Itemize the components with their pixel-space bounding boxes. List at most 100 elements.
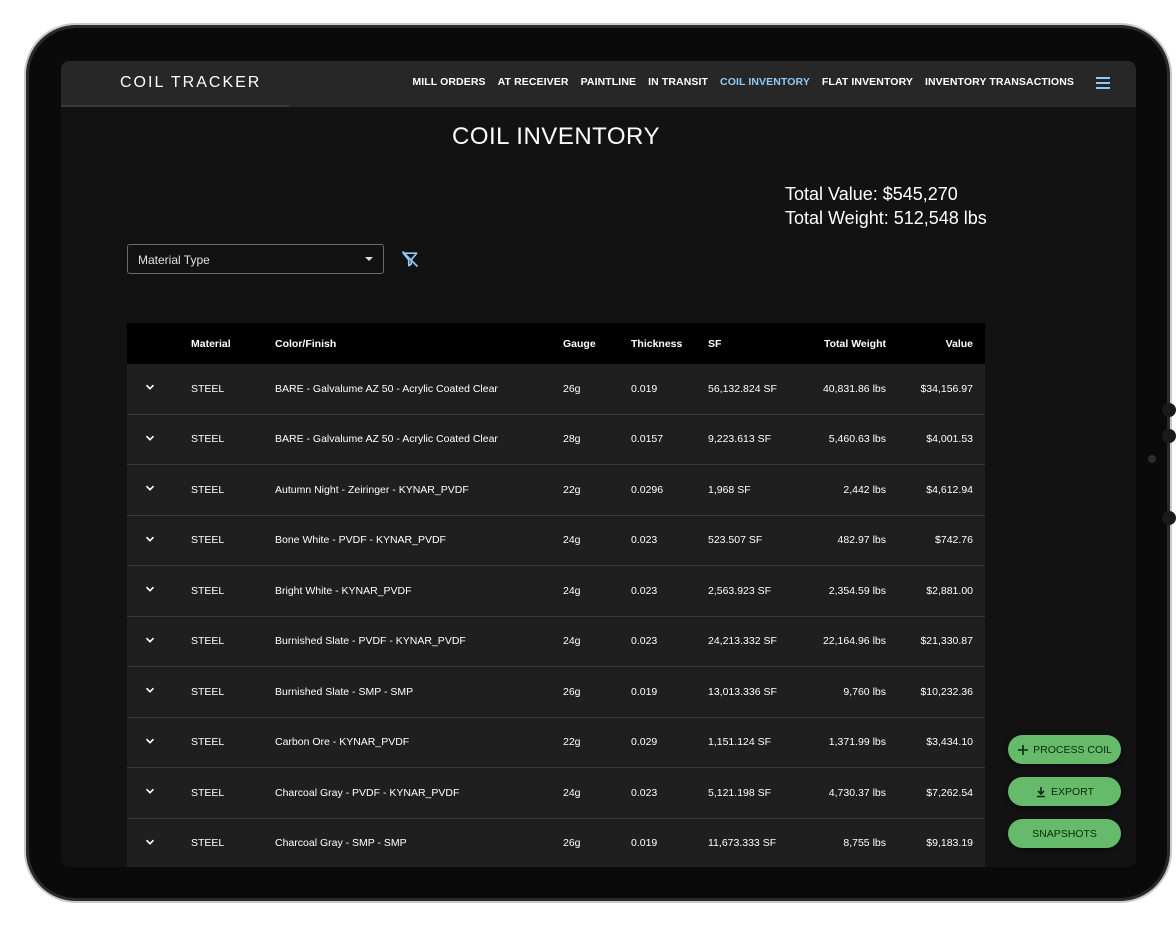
process-coil-label: PROCESS COIL — [1033, 743, 1112, 756]
export-button[interactable]: EXPORT — [1008, 777, 1121, 806]
expand-chevron-icon[interactable] — [145, 433, 159, 446]
material-type-select[interactable]: Material Type — [127, 244, 384, 274]
row-sf: 24,213.332 SF — [708, 635, 777, 648]
row-thickness: 0.019 — [631, 382, 658, 395]
row-color-finish: Carbon Ore - KYNAR_PVDF — [275, 736, 410, 749]
process-coil-button[interactable]: PROCESS COIL — [1008, 735, 1121, 764]
row-color-finish: Bright White - KYNAR_PVDF — [275, 584, 412, 597]
row-material: STEEL — [191, 382, 225, 395]
table-row[interactable]: STEEL Bright White - KYNAR_PVDF 24g 0.023 2,… — [127, 566, 985, 617]
row-total-weight: 9,760 lbs — [843, 685, 886, 698]
material-type-label: Material Type — [138, 253, 210, 267]
plus-icon — [1018, 744, 1029, 755]
row-value: $9,183.19 — [926, 837, 973, 850]
row-color-finish: Burnished Slate - PVDF - KYNAR_PVDF — [275, 635, 466, 648]
row-total-weight: 8,755 lbs — [843, 837, 886, 850]
row-thickness: 0.023 — [631, 786, 658, 799]
header-gauge[interactable]: Gauge — [563, 338, 596, 350]
row-material: STEEL — [191, 635, 225, 648]
row-color-finish: Autumn Night - Zeiringer - KYNAR_PVDF — [275, 483, 469, 496]
header-color-finish[interactable]: Color/Finish — [275, 338, 336, 350]
total-weight: Total Weight: 512,548 lbs — [785, 208, 987, 228]
row-total-weight: 4,730.37 lbs — [828, 786, 886, 799]
expand-chevron-icon[interactable] — [145, 786, 159, 799]
nav-item-mill-orders[interactable]: MILL ORDERS — [412, 76, 485, 88]
table-row[interactable]: STEEL Burnished Slate - PVDF - KYNAR_PVDF… — [127, 616, 985, 667]
row-sf: 13,013.336 SF — [708, 685, 777, 698]
row-value: $7,262.54 — [926, 786, 973, 799]
row-sf: 9,223.613 SF — [708, 433, 772, 446]
total-value: Total Value: $545,270 — [785, 184, 958, 204]
table-row[interactable]: STEEL Charcoal Gray - SMP - SMP 26g 0.019 11… — [127, 818, 985, 867]
row-thickness: 0.019 — [631, 837, 658, 850]
header-sf[interactable]: SF — [708, 338, 721, 350]
row-sf: 11,673.333 SF — [708, 837, 777, 850]
header-material[interactable]: Material — [191, 338, 231, 350]
appbar-divider — [61, 105, 289, 107]
expand-chevron-icon[interactable] — [145, 635, 159, 648]
row-thickness: 0.023 — [631, 584, 658, 597]
table-row[interactable]: STEEL Charcoal Gray - PVDF - KYNAR_PVDF 24… — [127, 768, 985, 819]
brand-title[interactable]: COIL TRACKER — [120, 74, 261, 92]
row-value: $34,156.97 — [920, 382, 973, 395]
row-total-weight: 5,460.63 lbs — [828, 433, 886, 446]
row-total-weight: 40,831.86 lbs — [822, 382, 886, 395]
expand-chevron-icon[interactable] — [145, 837, 159, 850]
table-row[interactable]: STEEL BARE - Galvalume AZ 50 - Acrylic Co… — [127, 364, 985, 415]
nav-item-at-receiver[interactable]: AT RECEIVER — [498, 76, 569, 88]
row-thickness: 0.029 — [631, 736, 658, 749]
table-row[interactable]: STEEL BARE - Galvalume AZ 50 - Acrylic Co… — [127, 414, 985, 465]
expand-chevron-icon[interactable] — [145, 483, 159, 496]
row-material: STEEL — [191, 433, 225, 446]
hamburger-menu-icon[interactable] — [1096, 77, 1110, 89]
main-nav: MILL ORDERS AT RECEIVER PAINTLINE IN TRA… — [412, 76, 1074, 88]
table-row[interactable]: STEEL Bone White - PVDF - KYNAR_PVDF 24g 0.… — [127, 515, 985, 566]
header-total-weight[interactable]: Total Weight — [824, 338, 886, 350]
nav-item-coil-inventory[interactable]: COIL INVENTORY — [720, 76, 810, 88]
row-color-finish: Charcoal Gray - SMP - SMP — [275, 837, 407, 850]
row-material: STEEL — [191, 534, 225, 547]
row-sf: 2,563.923 SF — [708, 584, 772, 597]
filter-clear-icon[interactable] — [400, 249, 420, 269]
header-thickness[interactable]: Thickness — [631, 338, 682, 350]
nav-item-flat-inventory[interactable]: FLAT INVENTORY — [822, 76, 913, 88]
page-title: COIL INVENTORY — [452, 123, 660, 150]
row-gauge: 22g — [563, 483, 581, 496]
expand-chevron-icon[interactable] — [145, 534, 159, 547]
row-gauge: 26g — [563, 685, 581, 698]
row-gauge: 24g — [563, 786, 581, 799]
table-row[interactable]: STEEL Autumn Night - Zeiringer - KYNAR_PV… — [127, 465, 985, 516]
row-total-weight: 482.97 lbs — [837, 534, 886, 547]
table-row[interactable]: STEEL Burnished Slate - SMP - SMP 26g 0.019… — [127, 667, 985, 718]
row-sf: 1,968 SF — [708, 483, 751, 496]
expand-chevron-icon[interactable] — [145, 685, 159, 698]
download-icon — [1037, 786, 1045, 797]
app-screen: COIL TRACKER MILL ORDERS AT RECEIVER PAI… — [61, 61, 1136, 867]
side-button — [1162, 429, 1176, 443]
expand-chevron-icon[interactable] — [145, 736, 159, 749]
header-value[interactable]: Value — [946, 338, 973, 350]
row-color-finish: Charcoal Gray - PVDF - KYNAR_PVDF — [275, 786, 460, 799]
snapshots-button[interactable]: SNAPSHOTS — [1008, 819, 1121, 848]
row-material: STEEL — [191, 685, 225, 698]
row-gauge: 28g — [563, 433, 581, 446]
row-color-finish: BARE - Galvalume AZ 50 - Acrylic Coated … — [275, 382, 498, 395]
row-total-weight: 2,442 lbs — [843, 483, 886, 496]
coil-inventory-table: Material Color/Finish Gauge Thickness SF… — [127, 323, 985, 867]
app-bar: COIL TRACKER MILL ORDERS AT RECEIVER PAI… — [61, 61, 1136, 107]
nav-item-inventory-transactions[interactable]: INVENTORY TRANSACTIONS — [925, 76, 1074, 88]
row-value: $21,330.87 — [920, 635, 973, 648]
table-row[interactable]: STEEL Carbon Ore - KYNAR_PVDF 22g 0.029 1,15… — [127, 717, 985, 768]
row-material: STEEL — [191, 584, 225, 597]
row-thickness: 0.019 — [631, 685, 658, 698]
camera-icon — [1148, 455, 1156, 463]
row-material: STEEL — [191, 483, 225, 496]
nav-item-in-transit[interactable]: IN TRANSIT — [648, 76, 708, 88]
nav-item-paintline[interactable]: PAINTLINE — [581, 76, 637, 88]
row-gauge: 24g — [563, 635, 581, 648]
expand-chevron-icon[interactable] — [145, 584, 159, 597]
row-sf: 56,132.824 SF — [708, 382, 777, 395]
expand-chevron-icon[interactable] — [145, 382, 159, 395]
row-thickness: 0.0296 — [631, 483, 664, 496]
side-button — [1162, 511, 1176, 525]
